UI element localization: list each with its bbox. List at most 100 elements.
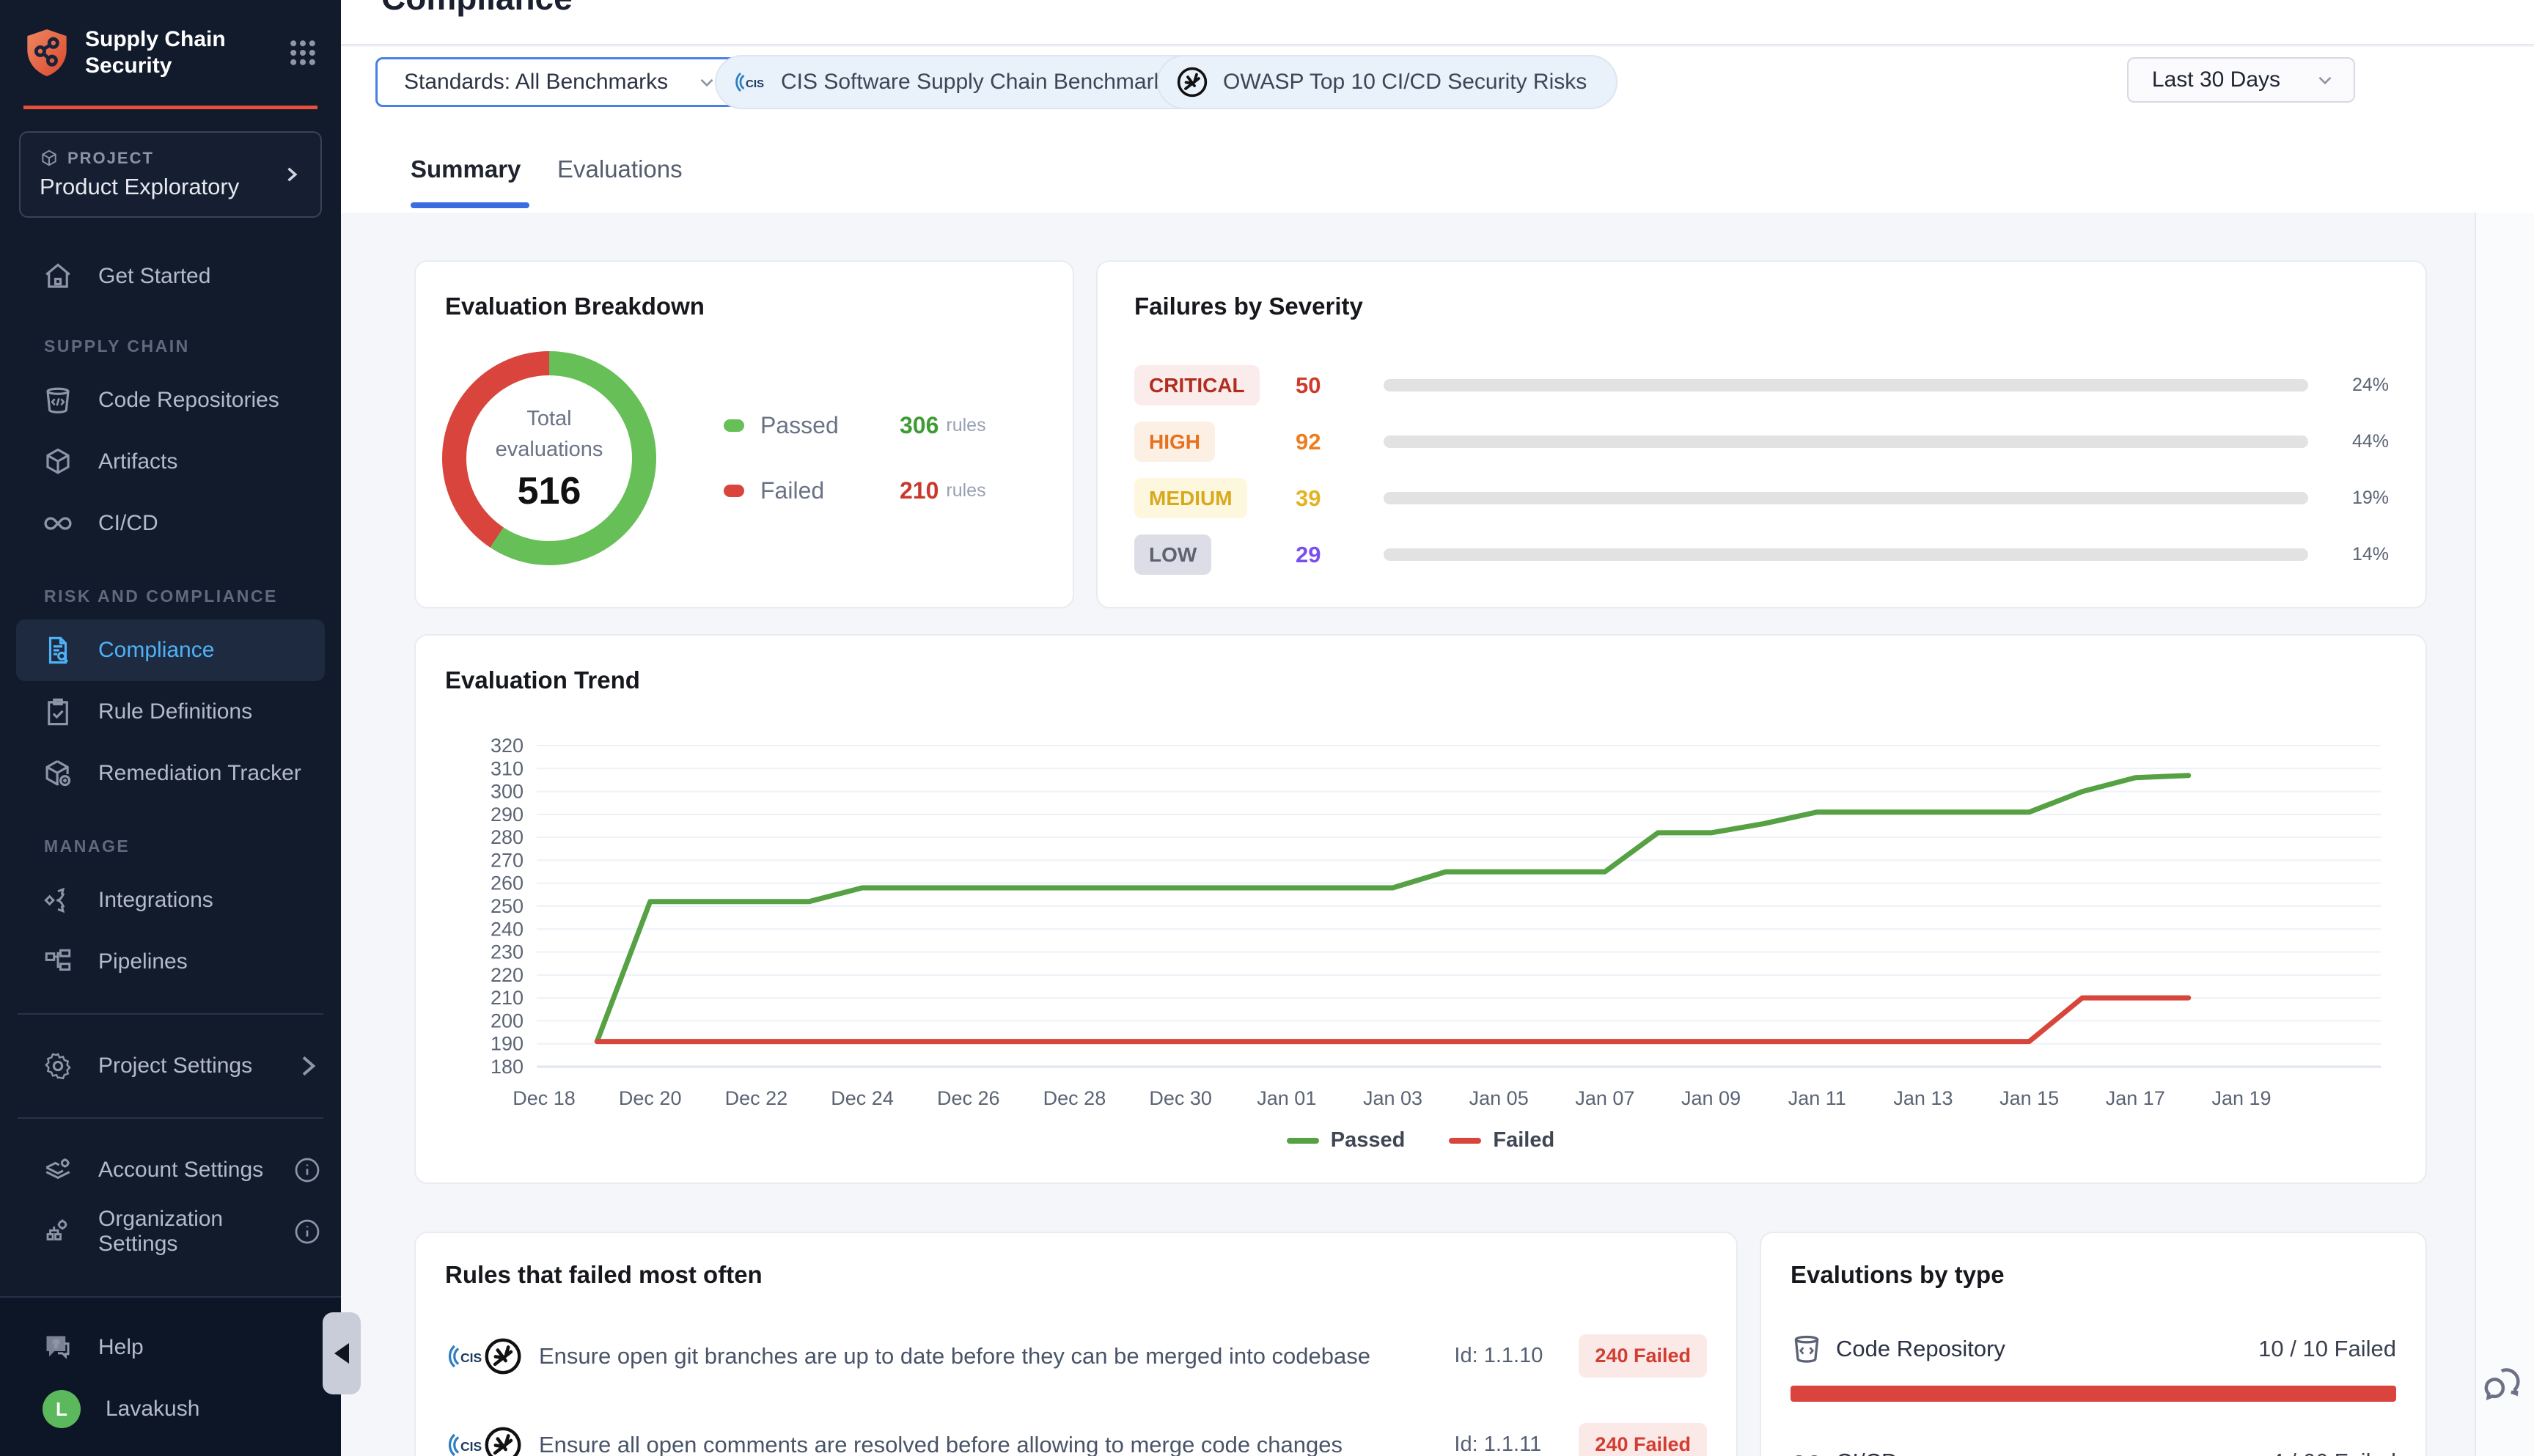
svg-text:Dec 30: Dec 30 [1149, 1087, 1212, 1109]
sidebar-item-account-settings[interactable]: Account Settings [0, 1139, 341, 1201]
svg-text:Jan 13: Jan 13 [1893, 1087, 1953, 1109]
pipelines-icon [43, 946, 73, 977]
severity-row: LOW 29 14% [1134, 526, 2389, 583]
sidebar-item-label: Account Settings [98, 1158, 263, 1183]
total-evaluations-value: 516 [518, 469, 581, 513]
owasp-logo-icon [1175, 65, 1210, 100]
svg-text:230: 230 [491, 941, 524, 963]
severity-percent: 44% [2337, 431, 2389, 452]
sidebar-item-organization-settings[interactable]: Organization Settings [0, 1201, 341, 1262]
tab-summary[interactable]: Summary [411, 155, 521, 183]
passed-value: 306 [900, 412, 939, 439]
passed-dot-icon [724, 419, 744, 432]
svg-text:180: 180 [491, 1056, 524, 1078]
rules-suffix: rules [946, 415, 985, 436]
gear-icon [43, 1051, 73, 1081]
failed-dot-icon [724, 485, 744, 497]
svg-text:260: 260 [491, 872, 524, 894]
svg-text:290: 290 [491, 804, 524, 826]
sidebar-item-label: CI/CD [98, 511, 158, 536]
svg-text:CIS: CIS [460, 1439, 482, 1454]
page-title: Compliance [381, 0, 573, 18]
svg-text:Jan 07: Jan 07 [1575, 1087, 1634, 1109]
chevron-right-icon [293, 1051, 322, 1081]
rule-id: Id: 1.1.10 [1454, 1344, 1579, 1368]
passed-label: Passed [760, 412, 870, 439]
infinity-icon [1791, 1446, 1823, 1456]
app-window: Supply Chain Security PROJECT Product Ex… [0, 0, 2534, 1456]
sidebar-collapse-handle[interactable] [323, 1312, 361, 1394]
cube-icon [40, 149, 59, 168]
sidebar: Supply Chain Security PROJECT Product Ex… [0, 0, 341, 1456]
app-logo-block: Supply Chain Security [0, 0, 341, 101]
svg-text:200: 200 [491, 1010, 524, 1032]
sidebar-item-compliance[interactable]: Compliance [16, 619, 325, 681]
svg-text:Jan 15: Jan 15 [1999, 1087, 2059, 1109]
passed-line-swatch [1287, 1138, 1319, 1144]
avatar: L [43, 1390, 81, 1428]
trend-line-chart: 3203103002902802702602502402302202102001… [445, 716, 2399, 1127]
sidebar-item-cicd[interactable]: CI/CD [0, 493, 341, 554]
project-selector[interactable]: PROJECT Product Exploratory [19, 131, 322, 218]
integrations-icon [43, 885, 73, 916]
project-label: PROJECT [67, 149, 154, 168]
sidebar-item-integrations[interactable]: Integrations [0, 869, 341, 931]
chevron-down-icon [2316, 70, 2335, 89]
date-range-select[interactable]: Last 30 Days [2127, 57, 2355, 103]
failed-count-badge: 240 Failed [1579, 1334, 1707, 1378]
svg-text:Jan 17: Jan 17 [2106, 1087, 2165, 1109]
sidebar-item-label: Integrations [98, 888, 213, 913]
apps-grid-icon[interactable] [287, 37, 319, 69]
sidebar-item-label: Pipelines [98, 949, 188, 974]
org-chart-gear-icon [43, 1216, 73, 1247]
right-gutter [2475, 213, 2534, 1456]
legend-item-failed: Failed [1449, 1128, 1554, 1152]
sidebar-item-label: Project Settings [98, 1054, 252, 1078]
legend-failed-label: Failed [1493, 1128, 1554, 1152]
legend-item-passed: Passed [1287, 1128, 1406, 1152]
tab-evaluations[interactable]: Evaluations [557, 155, 683, 183]
tabs-bar: Summary Evaluations [341, 138, 2534, 213]
shield-logo-icon [23, 27, 70, 78]
sidebar-section-risk: RISK AND COMPLIANCE [0, 587, 341, 606]
type-label: Code Repository [1836, 1336, 2005, 1362]
svg-text:240: 240 [491, 918, 524, 940]
trend-legend: Passed Failed [416, 1128, 2425, 1152]
rule-row[interactable]: CIS Ensure all open comments are resolve… [445, 1423, 1707, 1456]
failed-count-badge: 240 Failed [1579, 1423, 1707, 1456]
layers-gear-icon [43, 1155, 73, 1185]
rule-row[interactable]: CIS Ensure open git branches are up to d… [445, 1334, 1707, 1378]
sidebar-item-code-repositories[interactable]: Code Repositories [0, 369, 341, 431]
svg-text:320: 320 [491, 735, 524, 757]
card-title: Evalutions by type [1791, 1261, 2396, 1289]
owasp-chip[interactable]: OWASP Top 10 CI/CD Security Risks [1157, 55, 1617, 109]
card-title: Failures by Severity [1134, 293, 2389, 320]
type-bar-track [1791, 1386, 2396, 1402]
info-icon[interactable] [293, 1217, 322, 1246]
sidebar-item-artifacts[interactable]: Artifacts [0, 431, 341, 493]
sidebar-user[interactable]: L Lavakush [0, 1378, 341, 1440]
svg-text:?: ? [53, 1339, 59, 1350]
sidebar-item-get-started[interactable]: Get Started [0, 246, 341, 307]
rules-suffix: rules [946, 480, 985, 501]
sidebar-item-pipelines[interactable]: Pipelines [0, 931, 341, 993]
severity-percent: 14% [2337, 544, 2389, 565]
sidebar-item-remediation-tracker[interactable]: Remediation Tracker [0, 743, 341, 804]
standards-filter-select[interactable]: Standards: All Benchmarks [375, 57, 739, 107]
chevron-down-icon [697, 73, 716, 92]
evaluations-by-type-card: Evalutions by type Code Repository 10 / … [1760, 1232, 2427, 1456]
user-name: Lavakush [106, 1397, 199, 1422]
rules-failed-card: Rules that failed most often CIS Ensure … [414, 1232, 1738, 1456]
app-title: Supply Chain Security [85, 26, 287, 79]
sidebar-item-label: Help [98, 1335, 144, 1360]
chat-widget-icon[interactable] [2482, 1362, 2529, 1409]
sidebar-item-project-settings[interactable]: Project Settings [0, 1035, 341, 1097]
cis-logo-icon: CIS [445, 1424, 486, 1456]
svg-text:270: 270 [491, 849, 524, 871]
sidebar-item-help[interactable]: ? Help [0, 1317, 341, 1378]
svg-text:Dec 18: Dec 18 [513, 1087, 576, 1109]
svg-text:Jan 01: Jan 01 [1257, 1087, 1316, 1109]
sidebar-item-rule-definitions[interactable]: Rule Definitions [0, 681, 341, 743]
info-icon[interactable] [293, 1155, 322, 1185]
main-content: Evaluation Breakdown Total evaluations 5… [341, 213, 2475, 1456]
